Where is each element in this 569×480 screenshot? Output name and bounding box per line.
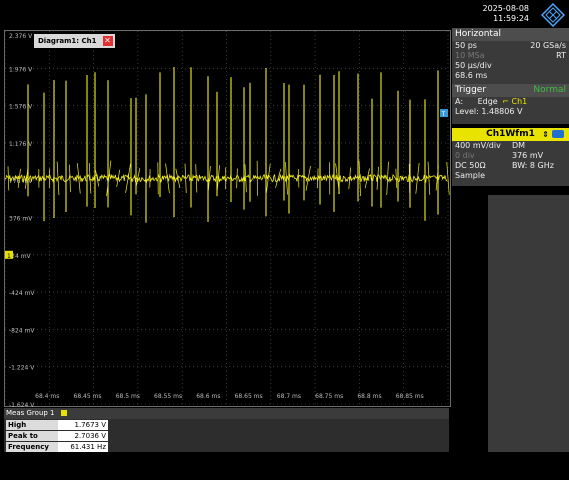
measurement-panel[interactable]: Meas Group 1 High1.7673 VPeak to peak2.7… [4, 408, 449, 452]
noise-burst [285, 162, 288, 195]
noise-burst [317, 168, 319, 189]
waveform-title: Ch1Wfm1 ⇕ [452, 128, 569, 141]
coupling-value: DC 50Ω [455, 161, 486, 170]
noise-burst [386, 161, 389, 195]
bottom-bar [0, 456, 569, 480]
y-tick-label: 376 mV [9, 216, 33, 223]
x-tick-label: 68.65 ms [235, 393, 263, 400]
horizontal-title: Horizontal [452, 28, 569, 41]
trigger-marker-label: T [441, 111, 446, 118]
y-tick-label: -1.224 V [9, 365, 35, 372]
vertical-position: 0 div [455, 151, 475, 160]
dm-label: DM [512, 141, 526, 150]
horizontal-row: 50 µs/div [452, 61, 569, 71]
x-tick-label: 68.45 ms [74, 393, 102, 400]
y-tick-label: -424 mV [9, 290, 35, 297]
waveform-toggle-icon[interactable] [552, 130, 564, 138]
waveform-row: Sample [452, 171, 569, 181]
noise-burst [7, 166, 10, 191]
noise-burst [77, 163, 81, 194]
acq-sample: Sample [455, 171, 485, 180]
meas-name: High [6, 420, 58, 430]
trigger-mode: Normal [533, 85, 566, 95]
waveform-row: 400 mV/div DM [452, 141, 569, 151]
rising-edge-icon: ⌐ [502, 97, 509, 106]
y-tick-label: 2.376 V [9, 33, 33, 40]
sample-rate-value: 20 GSa/s [530, 41, 566, 50]
trigger-level: Level: 1.48806 V [455, 107, 523, 116]
trigger-a-label: A: [455, 97, 464, 106]
time-position-value: 68.6 ms [455, 71, 488, 80]
meas-row[interactable]: High 1.7673 V [6, 420, 108, 430]
record-length-value: 10 MSa [455, 51, 485, 60]
meas-value: 61.431 Hz [58, 442, 108, 452]
trigger-title-text: Trigger [455, 85, 487, 95]
diagram-tab-label: Diagram1: Ch1 [38, 37, 97, 45]
acq-mode-value: RT [556, 51, 566, 60]
vertical-scale: 400 mV/div [455, 141, 501, 150]
channel-color-icon [60, 410, 67, 416]
y-tick-label: -824 mV [9, 327, 35, 334]
noise-burst [236, 168, 238, 189]
horizontal-row: 50 ps 20 GSa/s [452, 41, 569, 51]
meas-name: Frequency [6, 442, 58, 452]
meas-value: 2.7036 V [58, 431, 108, 441]
meas-row[interactable]: Peak to peak2.7036 V [6, 431, 108, 450]
trigger-title: Trigger Normal [452, 84, 569, 97]
noise-burst [95, 170, 100, 187]
meas-table: High1.7673 VPeak to peak2.7036 VFrequenc… [6, 420, 108, 453]
x-tick-label: 68.8 ms [357, 393, 381, 400]
bandwidth-value: BW: 8 GHz [512, 161, 554, 170]
y-tick-label: 1.176 V [9, 141, 33, 148]
horizontal-row: 68.6 ms [452, 71, 569, 81]
waveform-row: DC 50Ω BW: 8 GHz [452, 161, 569, 171]
close-icon[interactable]: ✕ [102, 36, 113, 46]
x-tick-label: 68.7 ms [277, 393, 301, 400]
x-tick-label: 68.75 ms [315, 393, 343, 400]
meas-group-title: Meas Group 1 [4, 408, 449, 419]
y-tick-label: 776 mV [9, 178, 33, 185]
noise-burst [427, 161, 431, 195]
diagram-tab[interactable]: Diagram1: Ch1 ✕ [34, 34, 115, 48]
meas-value: 1.7673 V [58, 420, 108, 430]
waveform-panel[interactable]: Ch1Wfm1 ⇕ 400 mV/div DM 0 div 376 mV DC 50… [452, 128, 569, 186]
y-tick-label: 1.976 V [9, 66, 33, 73]
meas-row[interactable]: Frequency 61.431 Hz [6, 442, 108, 452]
noise-burst [446, 161, 450, 195]
waveform-row: 0 div 376 mV [452, 151, 569, 161]
side-panel-fill [488, 195, 569, 452]
time-scale-value: 50 µs/div [455, 61, 492, 70]
noise-burst [195, 164, 198, 193]
x-tick-label: 68.5 ms [116, 393, 140, 400]
trigger-type: Edge [477, 97, 498, 106]
trigger-channel: Ch1 [511, 97, 528, 106]
x-tick-label: 68.85 ms [396, 393, 424, 400]
trigger-panel[interactable]: Trigger Normal A: Edge ⌐ Ch1 Level: 1.488… [452, 84, 569, 124]
trigger-source-row: A: Edge ⌐ Ch1 [452, 97, 569, 107]
waveform-sort-icon: ⇕ [542, 130, 549, 139]
horizontal-panel[interactable]: Horizontal 50 ps 20 GSa/s 10 MSa RT 50 µs/… [452, 28, 569, 92]
x-tick-label: 68.6 ms [196, 393, 220, 400]
meas-title-text: Meas Group 1 [6, 409, 55, 417]
horizontal-row: 10 MSa RT [452, 51, 569, 61]
waveform-title-text: Ch1Wfm1 [486, 129, 535, 139]
offset-value: 376 mV [512, 151, 544, 160]
noise-burst [69, 164, 71, 193]
noise-burst [395, 168, 398, 188]
x-tick-label: 68.55 ms [154, 393, 182, 400]
y-tick-label: 1.576 V [9, 104, 33, 111]
x-tick-label: 68.4 ms [35, 393, 59, 400]
resolution-value: 50 ps [455, 41, 477, 50]
channel-marker-label: 1 [7, 253, 11, 260]
meas-name: Peak to peak [6, 431, 58, 450]
